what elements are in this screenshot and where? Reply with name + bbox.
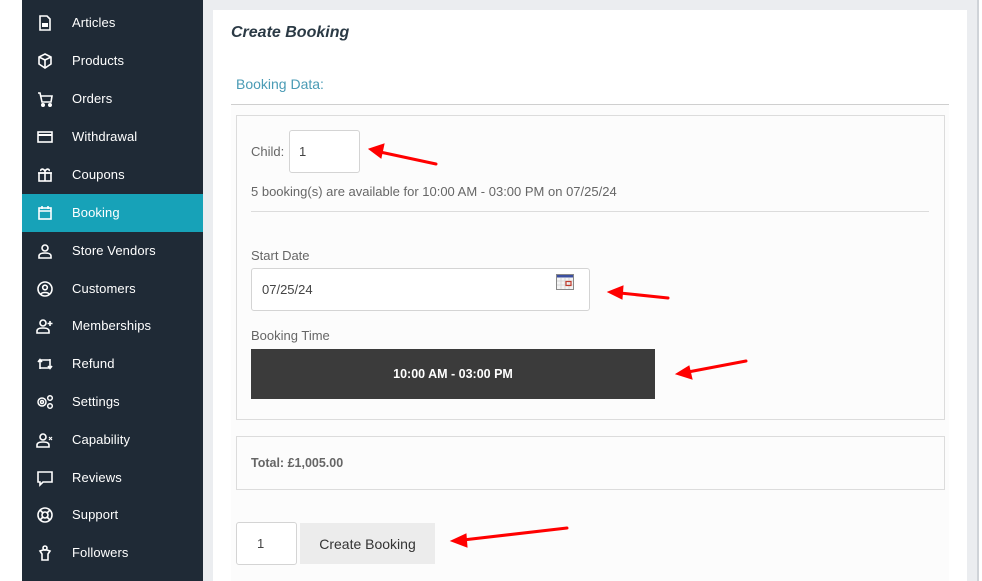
- credit-card-icon: [36, 128, 54, 146]
- sidebar-item-followers[interactable]: Followers: [22, 534, 203, 572]
- cogs-icon: [36, 393, 54, 411]
- sidebar-item-label: Reviews: [72, 470, 122, 485]
- sidebar-item-label: Settings: [72, 394, 120, 409]
- user-plus-icon: [36, 317, 54, 335]
- total-box: Total: £1,005.00: [236, 436, 945, 490]
- sidebar: Articles Products Orders Withdrawal Coup…: [22, 0, 203, 581]
- user-times-icon: [36, 431, 54, 449]
- sidebar-item-label: Customers: [72, 281, 136, 296]
- sidebar-item-orders[interactable]: Orders: [22, 80, 203, 118]
- page-title: Create Booking: [231, 24, 350, 41]
- sidebar-item-coupons[interactable]: Coupons: [22, 156, 203, 194]
- sidebar-item-label: Followers: [72, 545, 129, 560]
- availability-text: 5 booking(s) are available for 10:00 AM …: [251, 184, 617, 199]
- sidebar-item-withdrawal[interactable]: Withdrawal: [22, 118, 203, 156]
- calendar-icon: [36, 204, 54, 222]
- sidebar-item-label: Products: [72, 53, 125, 68]
- comment-icon: [36, 469, 54, 487]
- start-date-input[interactable]: 07/25/24: [251, 268, 590, 311]
- article-icon: [36, 14, 54, 32]
- sidebar-item-store-vendors[interactable]: Store Vendors: [22, 232, 203, 270]
- sidebar-item-settings[interactable]: Settings: [22, 383, 203, 421]
- user-icon: [36, 242, 54, 260]
- create-booking-button[interactable]: Create Booking: [300, 523, 435, 564]
- child-count-input[interactable]: 1: [289, 130, 360, 173]
- create-booking-card: Create Booking Booking Data: Child: 1 5 …: [213, 10, 967, 581]
- sidebar-item-label: Capability: [72, 432, 131, 447]
- sidebar-item-memberships[interactable]: Memberships: [22, 307, 203, 345]
- section-label: Booking Data:: [236, 76, 324, 92]
- sidebar-item-label: Orders: [72, 91, 113, 106]
- sidebar-item-label: Store Vendors: [72, 243, 156, 258]
- start-date-label: Start Date: [251, 248, 310, 263]
- sidebar-item-label: Refund: [72, 356, 115, 371]
- user-circle-icon: [36, 280, 54, 298]
- cube-icon: [36, 52, 54, 70]
- left-gutter: [0, 0, 22, 581]
- sidebar-item-reviews[interactable]: Reviews: [22, 459, 203, 497]
- booking-form: Child: 1 5 booking(s) are available for …: [231, 105, 949, 581]
- child-label: Child:: [251, 144, 285, 159]
- cart-icon: [36, 90, 54, 108]
- booking-time-label: Booking Time: [251, 328, 330, 343]
- gift-icon: [36, 166, 54, 184]
- sidebar-item-support[interactable]: Support: [22, 496, 203, 534]
- sidebar-item-label: Memberships: [72, 318, 152, 333]
- sidebar-item-capability[interactable]: Capability: [22, 421, 203, 459]
- sidebar-item-label: Withdrawal: [72, 129, 138, 144]
- sidebar-item-label: Support: [72, 507, 119, 522]
- repeat-icon: [36, 355, 54, 373]
- start-date-value: 07/25/24: [262, 282, 313, 297]
- sidebar-item-articles[interactable]: Articles: [22, 4, 203, 42]
- divider: [251, 211, 929, 212]
- quantity-input[interactable]: 1: [236, 522, 297, 565]
- sidebar-item-products[interactable]: Products: [22, 42, 203, 80]
- lifebuoy-icon: [36, 506, 54, 524]
- sidebar-item-customers[interactable]: Customers: [22, 270, 203, 308]
- calendar-picker-icon[interactable]: [556, 274, 574, 290]
- sidebar-item-refund[interactable]: Refund: [22, 345, 203, 383]
- time-slot-button[interactable]: 10:00 AM - 03:00 PM: [251, 349, 655, 399]
- sidebar-item-label: Coupons: [72, 167, 125, 182]
- sidebar-item-label: Articles: [72, 15, 116, 30]
- sidebar-item-label: Booking: [72, 205, 120, 220]
- follower-icon: [36, 544, 54, 562]
- sidebar-item-booking[interactable]: Booking: [22, 194, 203, 232]
- total-price: Total: £1,005.00: [251, 456, 344, 470]
- booking-details-box: Child: 1 5 booking(s) are available for …: [236, 115, 945, 420]
